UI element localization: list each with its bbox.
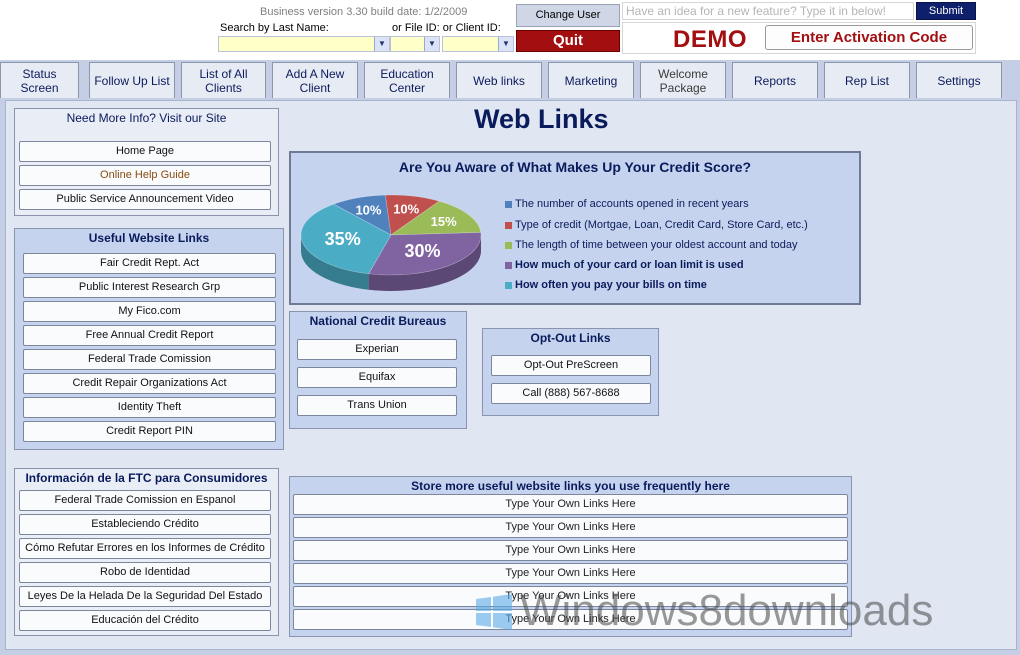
useful-link-ftc[interactable]: Federal Trade Comission [23, 349, 276, 370]
legend-swatch [505, 200, 512, 208]
useful-link-fair-credit[interactable]: Fair Credit Rept. Act [23, 253, 276, 274]
windows-logo-icon [476, 594, 512, 630]
last-name-combo[interactable]: ▼ [218, 36, 390, 52]
chevron-down-icon[interactable]: ▼ [374, 37, 389, 51]
legend-item: How often you pay your bills on time [505, 279, 707, 291]
pie-slice-label: 10% [355, 203, 381, 218]
submit-idea-button[interactable]: Submit [916, 2, 976, 20]
ftc-link-refutar[interactable]: Cómo Refutar Errores en los Informes de … [19, 538, 271, 559]
chevron-down-icon[interactable]: ▼ [498, 37, 513, 51]
version-text: Business version 3.30 build date: 1/2/20… [260, 6, 468, 18]
useful-links-title: Useful Website Links [88, 231, 210, 245]
useful-link-identity-theft[interactable]: Identity Theft [23, 397, 276, 418]
credit-score-panel: Are You Aware of What Makes Up Your Cred… [289, 151, 861, 305]
tab-marketing[interactable]: Marketing [548, 62, 634, 98]
legend-swatch [505, 261, 512, 269]
legend-item: Type of credit (Mortgae, Loan, Credit Ca… [505, 219, 808, 231]
tab-reports[interactable]: Reports [732, 62, 818, 98]
tab-status-screen[interactable]: Status Screen [0, 62, 79, 98]
enter-activation-code-button[interactable]: Enter Activation Code [765, 25, 973, 50]
useful-link-annual-report[interactable]: Free Annual Credit Report [23, 325, 276, 346]
credit-score-title: Are You Aware of What Makes Up Your Cred… [398, 159, 752, 175]
legend-swatch [505, 221, 512, 229]
more-info-title: Need More Info? Visit our Site [66, 111, 227, 125]
useful-link-croa[interactable]: Credit Repair Organizations Act [23, 373, 276, 394]
tab-follow-up-list[interactable]: Follow Up List [89, 62, 175, 98]
bureaus-title: National Credit Bureaus [309, 314, 447, 328]
custom-link-slot[interactable]: Type Your Own Links Here [293, 517, 848, 538]
tab-rep-list[interactable]: Rep List [824, 62, 910, 98]
main-nav: Status Screen Follow Up List List of All… [0, 60, 1020, 98]
tab-add-new-client[interactable]: Add A New Client [272, 62, 358, 98]
pie-slice-label: 10% [393, 202, 419, 217]
legend-item: The length of time between your oldest a… [505, 239, 798, 251]
online-help-guide-button[interactable]: Online Help Guide [19, 165, 271, 186]
tab-list-of-all-clients[interactable]: List of All Clients [181, 62, 266, 98]
client-id-combo[interactable]: ▼ [442, 36, 514, 52]
home-page-button[interactable]: Home Page [19, 141, 271, 162]
bureau-equifax-button[interactable]: Equifax [297, 367, 457, 388]
ftc-link-leyes[interactable]: Leyes De la Helada De la Seguridad Del E… [19, 586, 271, 607]
tab-education-center[interactable]: Education Center [364, 62, 450, 98]
demo-area: DEMO Enter Activation Code [622, 22, 976, 54]
useful-link-credit-pin[interactable]: Credit Report PIN [23, 421, 276, 442]
ftc-link-estableciendo[interactable]: Estableciendo Crédito [19, 514, 271, 535]
feature-idea-input[interactable] [623, 3, 913, 19]
optout-call-button[interactable]: Call (888) 567-8688 [491, 383, 651, 404]
chevron-down-icon[interactable]: ▼ [424, 37, 439, 51]
page-title: Web Links [474, 104, 609, 134]
change-user-button[interactable]: Change User [516, 4, 620, 27]
optout-title: Opt-Out Links [530, 331, 611, 345]
custom-links-title: Store more useful website links you use … [411, 479, 730, 493]
optout-prescreen-button[interactable]: Opt-Out PreScreen [491, 355, 651, 376]
app-header: Business version 3.30 build date: 1/2/20… [0, 0, 1020, 60]
legend-swatch [505, 241, 512, 249]
tab-welcome-package[interactable]: Welcome Package [640, 62, 726, 98]
legend-swatch [505, 281, 512, 289]
ftc-spanish-title: Información de la FTC para Consumidores [25, 471, 268, 485]
tab-web-links[interactable]: Web links [456, 62, 542, 98]
file-id-combo[interactable]: ▼ [390, 36, 440, 52]
search-id-label: or File ID: or Client ID: [392, 22, 501, 34]
pie-slice-label: 35% [325, 229, 361, 249]
bureau-experian-button[interactable]: Experian [297, 339, 457, 360]
credit-score-pie-chart: 10% 10% 15% 30% 35% [300, 194, 482, 291]
tab-settings[interactable]: Settings [916, 62, 1002, 98]
ftc-link-educacion[interactable]: Educación del Crédito [19, 610, 271, 631]
useful-link-pirg[interactable]: Public Interest Research Grp [23, 277, 276, 298]
custom-link-slot[interactable]: Type Your Own Links Here [293, 563, 848, 584]
pie-slice-label: 30% [405, 241, 441, 261]
ftc-link-espanol[interactable]: Federal Trade Comission en Espanol [19, 490, 271, 511]
custom-link-slot[interactable]: Type Your Own Links Here [293, 494, 848, 515]
ftc-link-robo[interactable]: Robo de Identidad [19, 562, 271, 583]
demo-label: DEMO [673, 26, 747, 53]
legend-item: The number of accounts opened in recent … [505, 198, 749, 210]
psa-video-button[interactable]: Public Service Announcement Video [19, 189, 271, 210]
useful-link-myfico[interactable]: My Fico.com [23, 301, 276, 322]
bureau-transunion-button[interactable]: Trans Union [297, 395, 457, 416]
watermark-text: Windows8downloads [520, 586, 934, 635]
search-last-name-label: Search by Last Name: [220, 22, 329, 34]
pie-slice-label: 15% [431, 214, 457, 229]
feature-idea-box [622, 2, 914, 20]
legend-item: How much of your card or loan limit is u… [505, 259, 744, 271]
quit-button[interactable]: Quit [516, 30, 620, 52]
custom-link-slot[interactable]: Type Your Own Links Here [293, 540, 848, 561]
